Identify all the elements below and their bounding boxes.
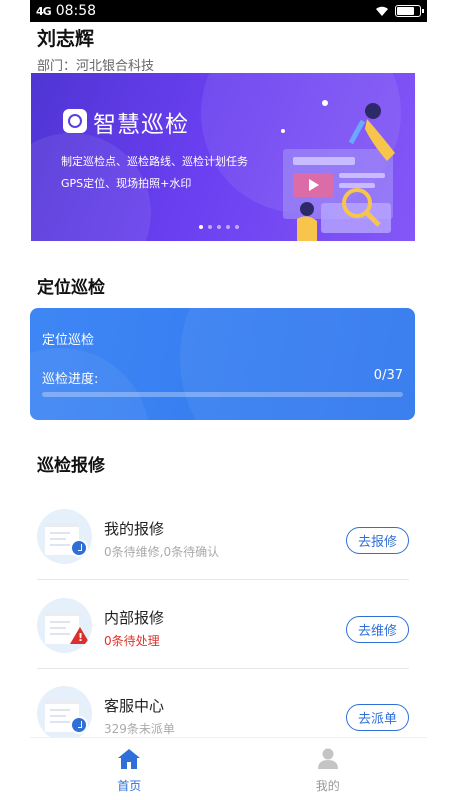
list-item-my-repairs[interactable]: 我的报修 0条待维修,0条待确认 去报修 (37, 509, 409, 597)
banner-dot[interactable] (235, 225, 239, 229)
signal-indicator: 4G (36, 4, 52, 18)
repair-item-status: 0条待处理 (104, 634, 160, 648)
go-fix-button[interactable]: 去维修 (346, 616, 409, 643)
banner-title: 智慧巡检 (93, 112, 189, 138)
divider (37, 579, 409, 580)
tab-label: 我的 (315, 779, 340, 793)
status-time: 08:58 (55, 3, 97, 19)
tab-profile[interactable]: 我的 (229, 738, 428, 800)
banner-feature-line-1: 制定巡检点、巡检路线、巡检计划任务 (61, 155, 248, 168)
repair-item-status: 0条待维修,0条待确认 (104, 545, 220, 559)
divider (37, 668, 409, 669)
tab-home[interactable]: 首页 (30, 738, 229, 800)
service-doc-icon (37, 686, 92, 741)
repair-doc-icon (37, 509, 92, 564)
bottom-tab-bar: 首页 我的 (30, 737, 427, 800)
banner-dot[interactable] (208, 225, 212, 229)
app-logo-icon (63, 109, 87, 133)
location-section-heading: 定位巡检 (37, 278, 105, 298)
repair-item-name: 内部报修 (104, 609, 165, 627)
warning-doc-icon: ! (37, 598, 92, 653)
list-item-internal-repairs[interactable]: ! 内部报修 0条待处理 去维修 (37, 598, 409, 686)
repair-section-heading: 巡检报修 (37, 456, 105, 476)
repair-item-status: 329条未派单 (104, 722, 175, 736)
person-icon (317, 748, 338, 769)
repair-item-name: 我的报修 (104, 520, 165, 538)
repair-item-name: 客服中心 (104, 697, 165, 715)
battery-icon (395, 5, 424, 17)
department-label: 部门：河北银合科技 (37, 59, 155, 74)
banner-pagination[interactable] (199, 225, 239, 229)
banner-dot[interactable] (226, 225, 230, 229)
tab-label: 首页 (117, 779, 142, 793)
user-name: 刘志辉 (37, 28, 95, 50)
banner-feature-line-2: GPS定位、现场拍照+水印 (61, 177, 192, 190)
location-card-title: 定位巡检 (42, 333, 95, 348)
go-repair-button[interactable]: 去报修 (346, 527, 409, 554)
home-icon (118, 749, 141, 769)
inspection-illustration (281, 100, 395, 241)
status-bar: 4G 08:58 (30, 0, 427, 22)
progress-value: 0/37 (373, 368, 403, 383)
banner-dot[interactable] (199, 225, 203, 229)
location-inspection-card[interactable]: 定位巡检 巡检进度: 0/37 (30, 308, 415, 420)
progress-bar (42, 392, 403, 397)
progress-label: 巡检进度: (42, 372, 99, 387)
dispatch-button[interactable]: 去派单 (346, 704, 409, 731)
wifi-icon (375, 5, 389, 17)
promo-banner[interactable]: 智慧巡检 制定巡检点、巡检路线、巡检计划任务 GPS定位、现场拍照+水印 (31, 73, 415, 241)
banner-dot[interactable] (217, 225, 221, 229)
